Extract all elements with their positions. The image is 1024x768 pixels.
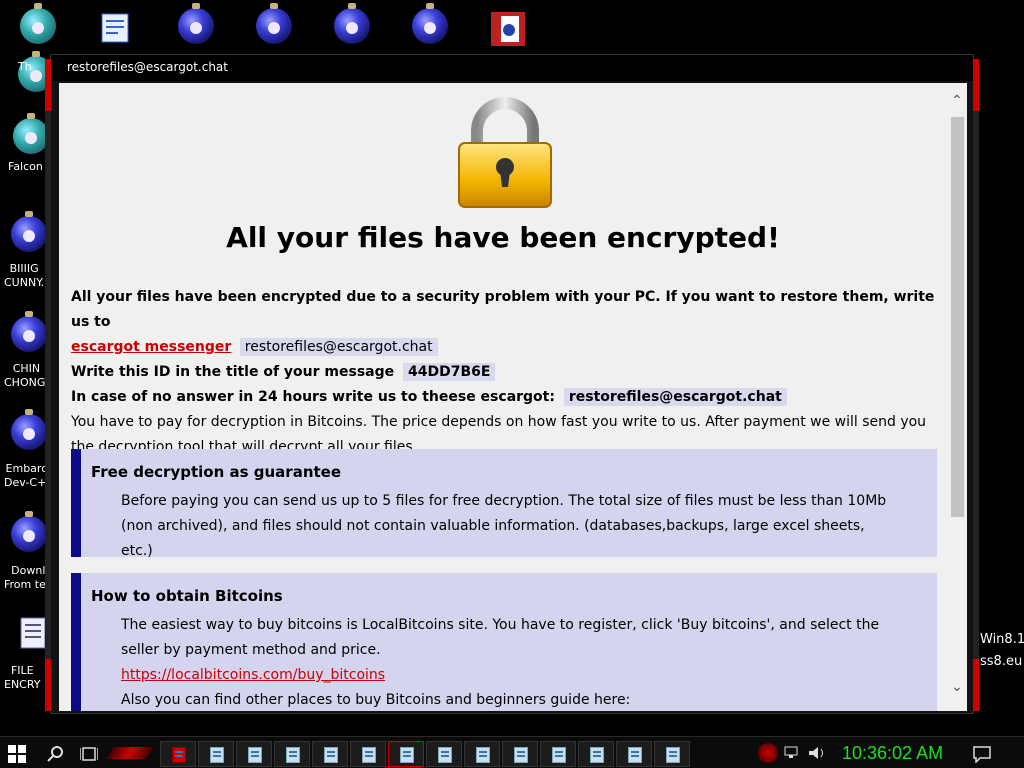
ornament-icon: [412, 3, 448, 44]
desktop-icon-top-4[interactable]: [254, 3, 294, 48]
taskbar-app-button[interactable]: [160, 741, 196, 767]
app-window-icon: [286, 747, 300, 763]
escargot-messenger-link[interactable]: escargot messenger: [71, 339, 231, 355]
free-decryption-box: Free decryption as guarantee Before payi…: [71, 449, 937, 559]
taskbar-app-button[interactable]: [312, 741, 348, 767]
app-window-icon: [552, 747, 566, 763]
taskbar-app-button[interactable]: [616, 741, 652, 767]
taskbar-app-button[interactable]: [654, 741, 690, 767]
id-prompt: Write this ID in the title of your messa…: [71, 364, 395, 380]
ornament-icon: [11, 311, 47, 352]
obtain-bitcoins-more: Also you can find other places to buy Bi…: [121, 692, 631, 708]
obtain-bitcoins-text: The easiest way to buy bitcoins is Local…: [81, 607, 937, 711]
globe-icon: [13, 113, 49, 154]
ornament-icon: [256, 3, 292, 44]
ornament-icon: [334, 3, 370, 44]
ornament-icon: [11, 409, 47, 450]
id-line: Write this ID in the title of your messa…: [71, 360, 937, 385]
ornament-icon: [178, 3, 214, 44]
taskbar-app-button[interactable]: [388, 741, 424, 767]
taskbar-app-button[interactable]: [578, 741, 614, 767]
document-icon: [101, 13, 129, 43]
close-app-icon: [172, 747, 186, 763]
os-watermark-line1: Win8.1: [980, 632, 1024, 647]
fallback-line: In case of no answer in 24 hours write u…: [71, 385, 937, 410]
network-icon[interactable]: [784, 746, 802, 760]
taskbar-clock[interactable]: 10:36:02 AM: [842, 743, 943, 764]
taskbar-app-button[interactable]: [236, 741, 272, 767]
intro-text: All your files have been encrypted due t…: [71, 289, 935, 330]
scrollbar-thumb[interactable]: [951, 117, 964, 517]
app-window-icon: [514, 747, 528, 763]
taskbar-app-button[interactable]: [426, 741, 462, 767]
window-title[interactable]: restorefiles@escargot.chat: [51, 55, 973, 81]
free-decryption-title: Free decryption as guarantee: [91, 463, 342, 481]
victim-id: 44DD7B6E: [403, 363, 496, 381]
app-window-icon: [476, 747, 490, 763]
ornament-icon: [20, 3, 56, 44]
notification-icon[interactable]: [972, 745, 992, 763]
fallback-email: restorefiles@escargot.chat: [563, 388, 787, 406]
desktop-icon-top-7[interactable]: [488, 10, 528, 50]
app-window-icon: [628, 747, 642, 763]
taskbar-app-button[interactable]: [464, 741, 500, 767]
taskbar-app-button[interactable]: [350, 741, 386, 767]
fallback-prompt: In case of no answer in 24 hours write u…: [71, 389, 555, 405]
contact-line: escargot messenger restorefiles@escargot…: [71, 335, 937, 360]
contact-email: restorefiles@escargot.chat: [239, 338, 438, 356]
desktop: Th Falcon BIIIIG CUNNY. CHIN CHONG. Emba…: [0, 0, 1024, 768]
desktop-icon-top-6[interactable]: [410, 3, 450, 48]
page-title: All your files have been encrypted!: [226, 221, 780, 254]
tray-gear-icon[interactable]: [758, 743, 778, 763]
desktop-icon-label: Th: [18, 60, 32, 73]
obtain-bitcoins-description: The easiest way to buy bitcoins is Local…: [121, 617, 880, 658]
desktop-icon-top-3[interactable]: [176, 3, 216, 48]
desktop-icon-top-5[interactable]: [332, 3, 372, 48]
intro-block: All your files have been encrypted due t…: [71, 285, 937, 460]
scroll-down-icon[interactable]: ⌄: [950, 679, 964, 693]
task-view-icon[interactable]: [80, 745, 98, 763]
taskbar: 10:36:02 AM: [0, 736, 1024, 768]
desktop-icon-top-2[interactable]: [96, 10, 136, 50]
localbitcoins-link[interactable]: https://localbitcoins.com/buy_bitcoins: [121, 667, 385, 683]
windows-start-icon[interactable]: [8, 745, 26, 763]
app-window-icon: [362, 747, 376, 763]
obtain-bitcoins-box: How to obtain Bitcoins The easiest way t…: [71, 573, 937, 711]
ornament-icon: [11, 511, 47, 552]
taskbar-app-button[interactable]: [198, 741, 234, 767]
note-viewport: All your files have been encrypted! All …: [59, 83, 967, 711]
desktop-icon-label: Falcon: [8, 160, 43, 173]
app-window-icon: [438, 747, 452, 763]
padlock-icon: [458, 97, 552, 208]
ransom-note-window: restorefiles@escargot.chat All your file…: [45, 54, 979, 714]
free-decryption-text: Before paying you can send us up to 5 fi…: [121, 493, 887, 559]
app-window-icon: [210, 747, 224, 763]
ornament-icon: [11, 211, 47, 252]
taskbar-app-button[interactable]: [540, 741, 576, 767]
taskbar-decoration: [106, 747, 154, 759]
scroll-up-icon[interactable]: ⌃: [950, 93, 964, 107]
obtain-bitcoins-title: How to obtain Bitcoins: [91, 587, 283, 605]
os-watermark-line2: ss8.eu: [980, 654, 1023, 669]
taskbar-app-button[interactable]: [274, 741, 310, 767]
volume-icon[interactable]: [808, 746, 826, 760]
desktop-icon-top-1[interactable]: [18, 3, 58, 48]
desktop-icon-label: FILE ENCRY: [4, 664, 41, 691]
app-window-icon: [590, 747, 604, 763]
book-icon: [491, 12, 525, 46]
desktop-icon-label: BIIIIG CUNNY.: [4, 262, 45, 289]
vertical-scrollbar[interactable]: ⌃ ⌄: [947, 83, 967, 711]
taskbar-app-button[interactable]: [502, 741, 538, 767]
app-window-icon: [666, 747, 680, 763]
search-icon[interactable]: [46, 745, 64, 763]
window-frame-left: [45, 59, 51, 711]
app-window-icon: [324, 747, 338, 763]
app-window-icon: [400, 747, 414, 763]
note-content: All your files have been encrypted! All …: [59, 83, 947, 711]
app-window-icon: [248, 747, 262, 763]
desktop-icon-label: CHIN CHONG.: [4, 362, 49, 389]
window-frame-right: [973, 59, 979, 711]
